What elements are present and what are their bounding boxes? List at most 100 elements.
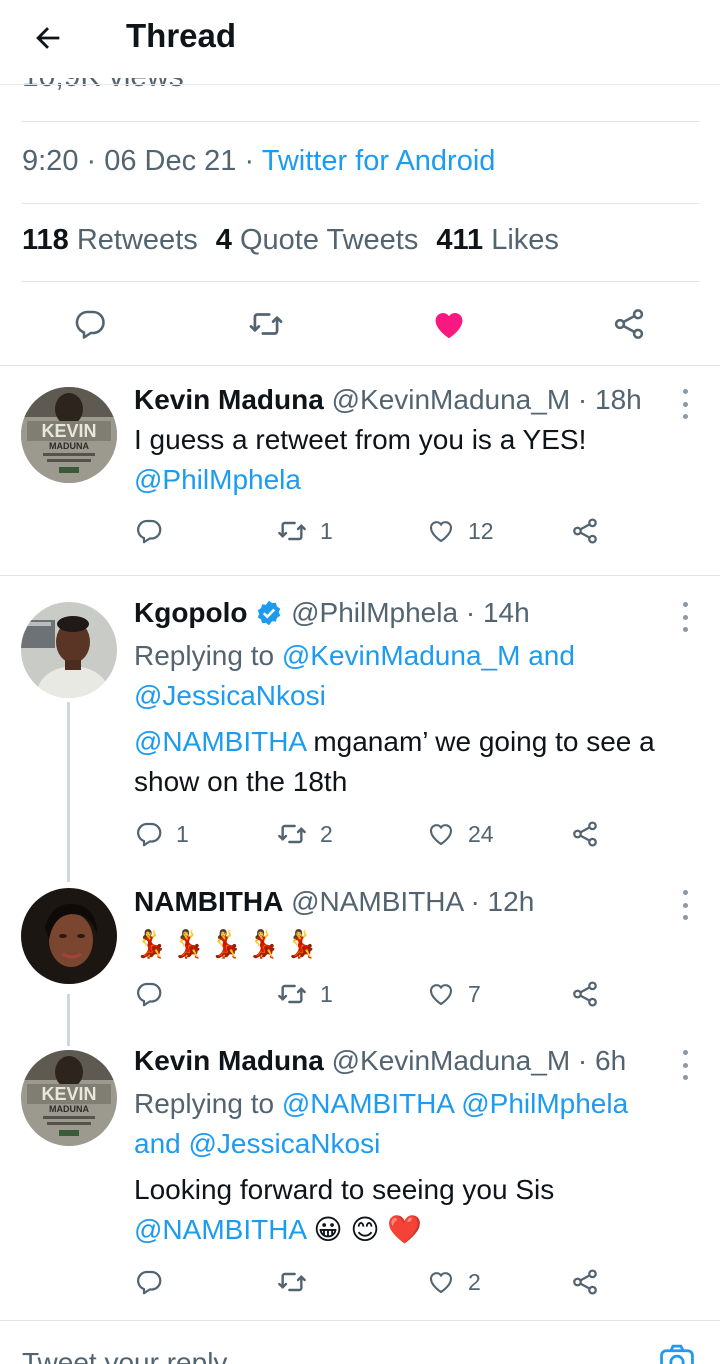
reply-text: @NAMBITHA mganam’ we going to see a show…: [134, 726, 655, 797]
reply-button[interactable]: [134, 974, 176, 1014]
share-icon: [573, 1269, 597, 1295]
more-options-button[interactable]: [678, 389, 692, 419]
author-handle: @PhilMphela: [291, 597, 459, 628]
replying-to: Replying to @KevinMaduna_M and @JessicaN…: [134, 640, 575, 711]
reply-tweet[interactable]: Kgopolo @PhilMphela · 14h Replying to @K…: [0, 576, 720, 866]
reply-tweet[interactable]: NAMBITHA @NAMBITHA · 12h 💃💃💃💃💃 1 7: [0, 866, 720, 1036]
reply-header: Kevin Maduna @KevinMaduna_M · 6h: [134, 1045, 627, 1076]
reply-actions: 2: [134, 1262, 614, 1302]
avatar[interactable]: [21, 888, 117, 984]
like-button[interactable]: 12: [426, 511, 494, 551]
reply-icon: [137, 519, 162, 544]
more-options-button[interactable]: [678, 890, 692, 920]
author-name: Kevin Maduna: [134, 1045, 324, 1076]
reply-text: Looking forward to seeing you Sis @NAMBI…: [134, 1174, 555, 1245]
retweet-icon: [278, 824, 306, 844]
reply-icon: [137, 822, 162, 847]
verified-badge-icon: [258, 600, 281, 626]
retweet-icon: [249, 313, 283, 335]
avatar[interactable]: KEVIN MADUNA: [21, 387, 117, 483]
likes-stat[interactable]: 411 Likes: [436, 224, 559, 256]
reply-text: 💃💃💃💃💃: [134, 929, 323, 959]
mention-link[interactable]: @NAMBITHA: [134, 726, 306, 757]
more-options-button[interactable]: [678, 1050, 692, 1080]
retweets-stat[interactable]: 118 Retweets: [22, 224, 198, 256]
tweet-date: 06 Dec 21: [104, 145, 237, 177]
like-button[interactable]: 2: [426, 1262, 481, 1302]
reply-button[interactable]: 1: [134, 814, 189, 854]
like-button[interactable]: 7: [426, 974, 481, 1014]
avatar-logo-text: KEVIN: [41, 1084, 96, 1104]
like-button[interactable]: 24: [426, 814, 494, 854]
avatar-logo-text: KEVIN: [41, 421, 96, 441]
retweet-icon: [278, 521, 306, 541]
share-icon: [573, 518, 597, 544]
reply-input[interactable]: Tweet your reply: [22, 1347, 227, 1364]
reply-time: 12h: [487, 886, 535, 917]
back-button[interactable]: [28, 18, 68, 58]
reply-actions: 1 2 24: [134, 814, 614, 854]
mention-link[interactable]: @JessicaNkosi: [189, 1128, 381, 1159]
reply-button[interactable]: [134, 511, 176, 551]
camera-icon: [660, 1344, 694, 1364]
page-title: Thread: [126, 17, 237, 54]
mention-link[interactable]: @PhilMphela: [134, 460, 586, 500]
retweet-icon: [278, 1272, 306, 1292]
reply-icon: [137, 1270, 162, 1295]
retweet-icon: [278, 984, 306, 1004]
tweet-action-bar: [0, 300, 720, 350]
mention-link[interactable]: @NAMBITHA: [134, 1214, 306, 1245]
author-name: Kevin Maduna: [134, 384, 324, 415]
tweet-time: 9:20: [22, 145, 79, 177]
avatar-image: KEVIN MADUNA: [21, 387, 117, 483]
retweet-button[interactable]: 1: [276, 974, 333, 1014]
share-icon: [573, 981, 597, 1007]
reply-button[interactable]: [70, 304, 110, 344]
tweet-source-link[interactable]: Twitter for Android: [262, 145, 496, 177]
quotes-stat[interactable]: 4 Quote Tweets: [216, 224, 419, 256]
avatar-logo-subtext: MADUNA: [49, 441, 89, 451]
heart-icon: [429, 1272, 453, 1294]
heart-icon: [429, 984, 453, 1006]
retweet-button[interactable]: 2: [276, 814, 333, 854]
retweet-button[interactable]: [246, 304, 286, 344]
reply-composer[interactable]: Tweet your reply: [0, 1320, 720, 1364]
camera-button[interactable]: [658, 1343, 696, 1364]
top-bar: Thread: [0, 0, 720, 78]
mention-link[interactable]: @NAMBITHA: [282, 1088, 454, 1119]
reply-tweet[interactable]: KEVIN MADUNA Kevin Maduna @KevinMaduna_M…: [0, 1036, 720, 1318]
author-name: Kgopolo: [134, 597, 248, 628]
reply-header: NAMBITHA @NAMBITHA · 12h: [134, 886, 535, 917]
share-button[interactable]: [570, 511, 600, 551]
share-button[interactable]: [570, 1262, 600, 1302]
share-icon: [614, 309, 644, 339]
divider: [22, 121, 699, 122]
more-options-button[interactable]: [678, 602, 692, 632]
share-button[interactable]: [570, 814, 600, 854]
retweet-button[interactable]: [276, 1262, 320, 1302]
author-name: NAMBITHA: [134, 886, 284, 917]
avatar[interactable]: KEVIN MADUNA: [21, 1050, 117, 1146]
divider: [22, 203, 699, 204]
share-button[interactable]: [570, 974, 600, 1014]
retweet-button[interactable]: 1: [276, 511, 333, 551]
avatar-image: [21, 602, 117, 698]
author-handle: @KevinMaduna_M: [331, 1045, 571, 1076]
mention-link[interactable]: @JessicaNkosi: [134, 680, 326, 711]
reply-header: Kevin Maduna @KevinMaduna_M · 18h: [134, 384, 642, 415]
avatar[interactable]: [21, 602, 117, 698]
mention-link[interactable]: @KevinMaduna_M: [282, 640, 521, 671]
reply-button[interactable]: [134, 1262, 176, 1302]
like-button[interactable]: [429, 304, 469, 344]
share-icon: [573, 821, 597, 847]
author-handle: @NAMBITHA: [291, 886, 463, 917]
reply-header: Kgopolo @PhilMphela · 14h: [134, 597, 530, 628]
reply-tweet[interactable]: KEVIN MADUNA Kevin Maduna @KevinMaduna_M…: [0, 365, 720, 575]
arrow-left-icon: [36, 27, 60, 49]
replying-to: Replying to @NAMBITHA @PhilMphela and @J…: [134, 1088, 629, 1159]
share-button[interactable]: [609, 304, 649, 344]
author-handle: @KevinMaduna_M: [331, 384, 571, 415]
reply-icon: [75, 310, 105, 339]
mention-link[interactable]: @PhilMphela: [461, 1088, 628, 1119]
reply-actions: 1 7: [134, 974, 614, 1014]
